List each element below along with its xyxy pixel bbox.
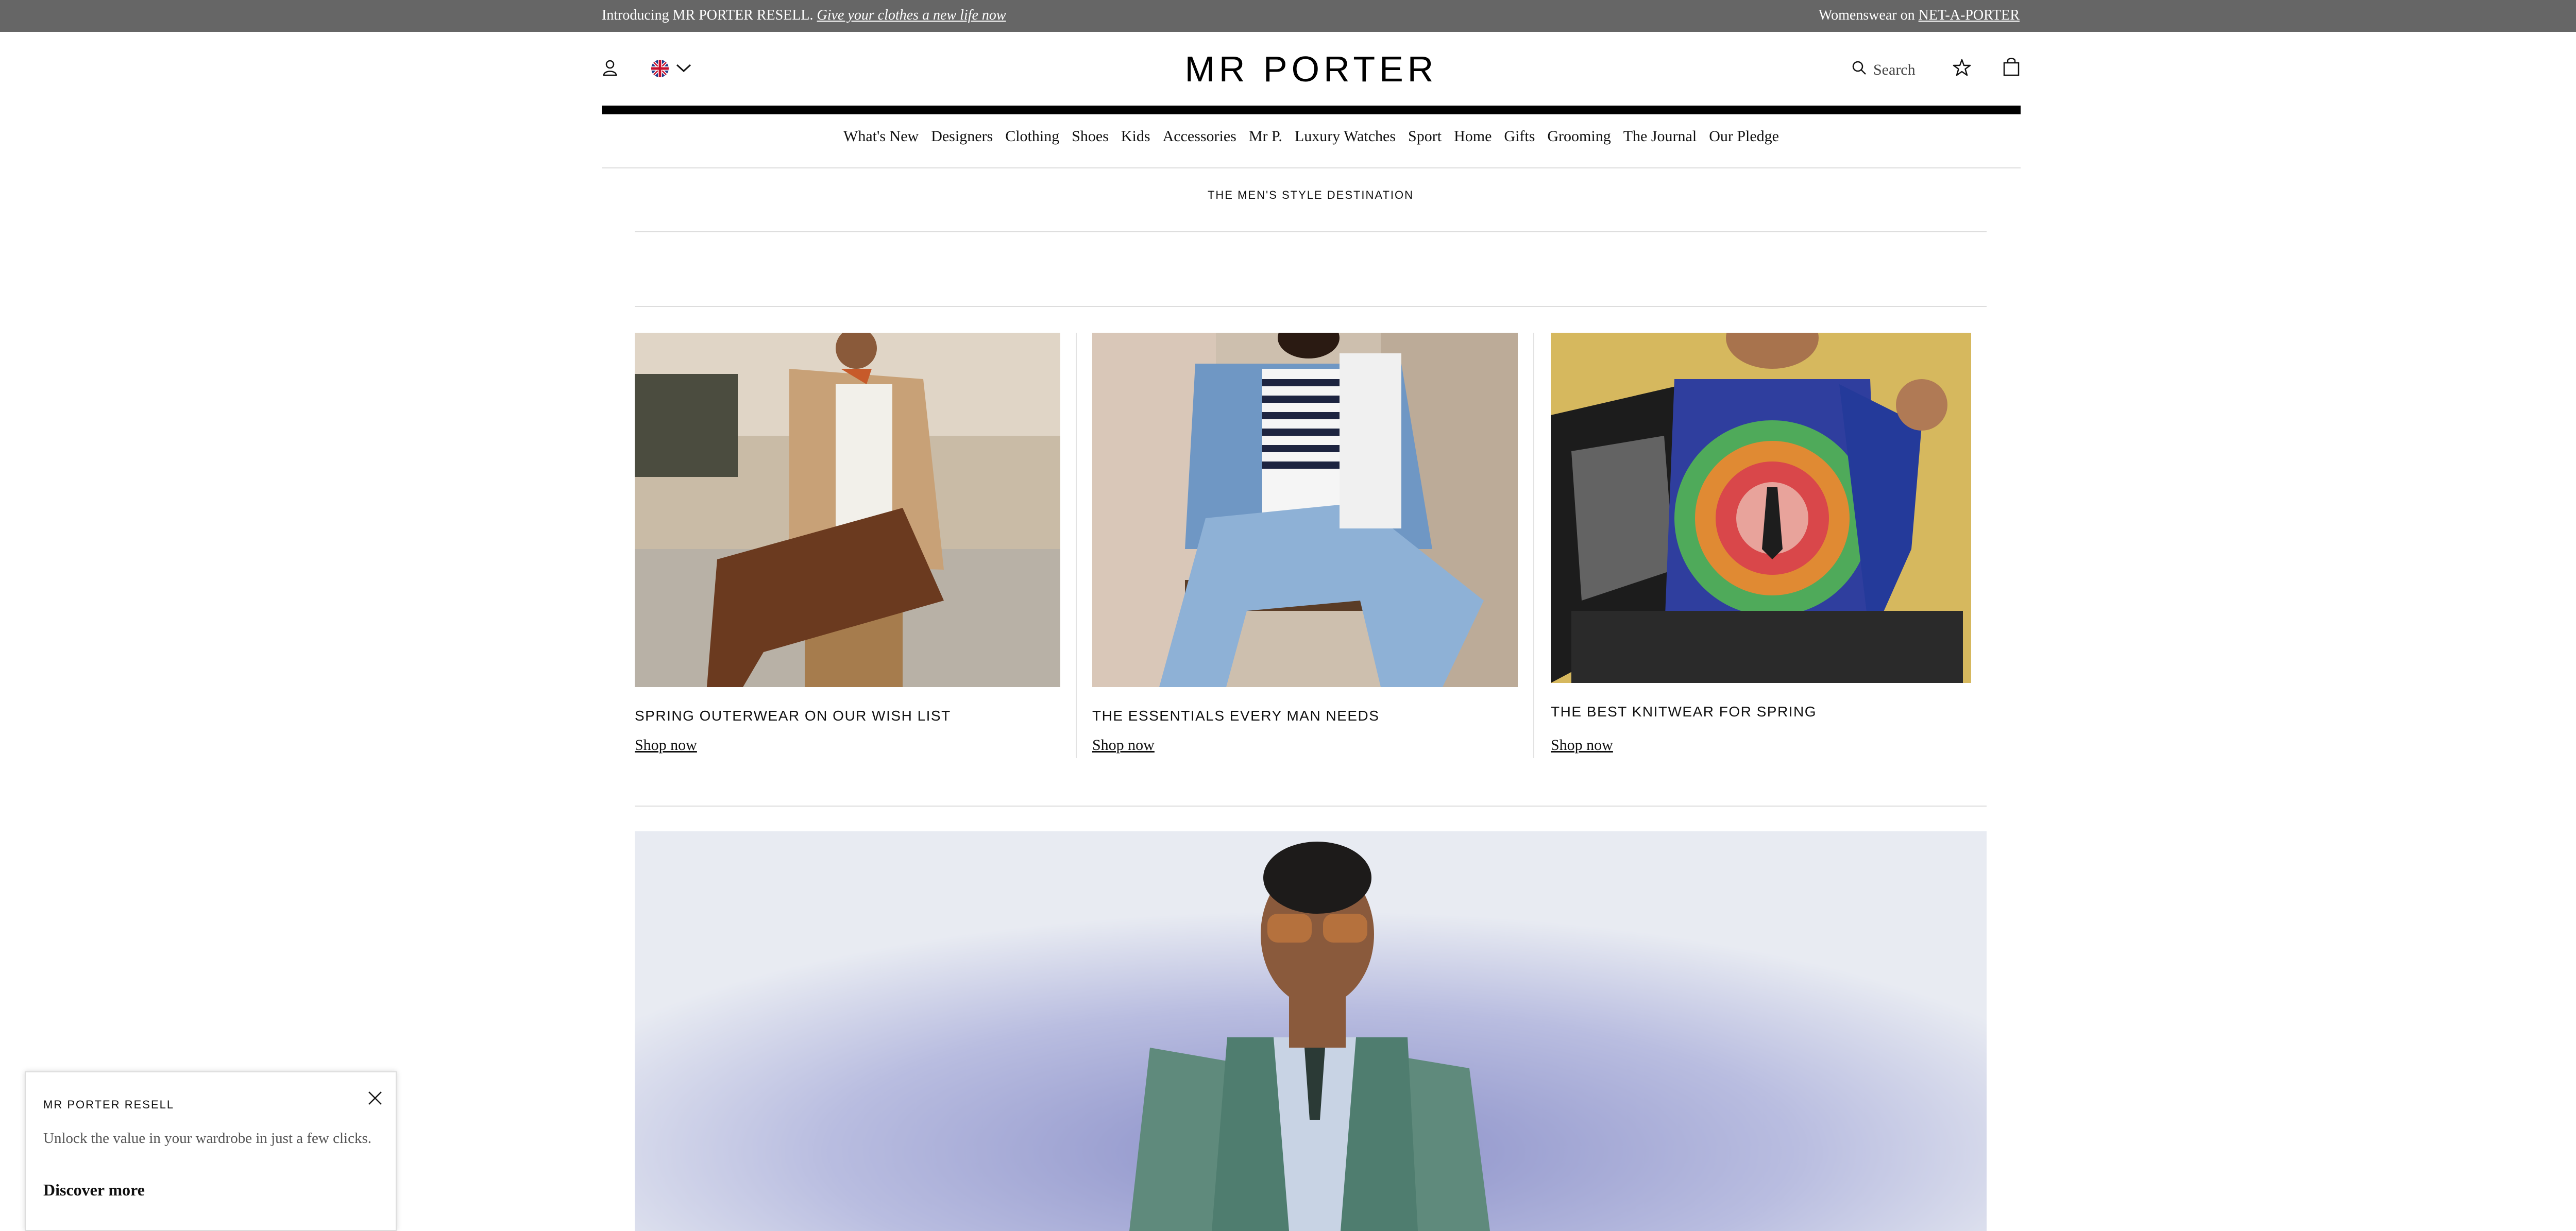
- promo-bar: Introducing MR PORTER RESELL. Give your …: [0, 0, 2576, 32]
- nav-item-our-pledge[interactable]: Our Pledge: [1709, 128, 1779, 152]
- header-divider: [602, 106, 2021, 114]
- star-icon[interactable]: [1953, 58, 1971, 78]
- tile-title: THE BEST KNITWEAR FOR SPRING: [1551, 704, 1817, 720]
- womenswear-link-group: Womenswear on NET-A-PORTER: [1819, 7, 2020, 24]
- nav-item-the-journal[interactable]: The Journal: [1623, 128, 1697, 152]
- tile-image[interactable]: [635, 333, 1060, 687]
- search-label: Search: [1873, 61, 1916, 78]
- tile-separator: [1533, 333, 1534, 758]
- popup-title: MR PORTER RESELL: [43, 1098, 175, 1111]
- shop-now-link[interactable]: Shop now: [1092, 737, 1155, 754]
- discover-more-link[interactable]: Discover more: [43, 1181, 145, 1200]
- hero-image[interactable]: [635, 831, 1987, 1231]
- nav-item-kids[interactable]: Kids: [1121, 128, 1150, 152]
- promo-tile-essentials[interactable]: THE ESSENTIALS EVERY MAN NEEDS Shop now: [1092, 333, 1518, 760]
- nav-item-whats-new[interactable]: What's New: [843, 128, 919, 152]
- womenswear-prefix: Womenswear on: [1818, 7, 1915, 23]
- uk-flag-icon: [651, 60, 669, 77]
- account-icon[interactable]: [602, 58, 618, 78]
- section-divider: [635, 306, 1987, 307]
- tile-title: SPRING OUTERWEAR ON OUR WISH LIST: [635, 708, 951, 724]
- nav-item-sport[interactable]: Sport: [1408, 128, 1442, 152]
- nav-item-mr-p[interactable]: Mr P.: [1249, 128, 1282, 152]
- search-icon: [1852, 60, 1867, 80]
- section-divider: [635, 231, 1987, 232]
- close-icon[interactable]: [365, 1088, 385, 1108]
- nav-item-home[interactable]: Home: [1454, 128, 1492, 152]
- bag-icon[interactable]: [2002, 57, 2021, 77]
- tagline: THE MEN'S STYLE DESTINATION: [1207, 189, 1414, 201]
- resell-popup: MR PORTER RESELL Unlock the value in you…: [25, 1071, 397, 1231]
- nav-item-shoes[interactable]: Shoes: [1072, 128, 1109, 152]
- nav-item-grooming[interactable]: Grooming: [1547, 128, 1611, 152]
- promo-tile-knitwear[interactable]: THE BEST KNITWEAR FOR SPRING Shop now: [1551, 333, 1971, 760]
- promo-tile-outerwear[interactable]: SPRING OUTERWEAR ON OUR WISH LIST Shop n…: [635, 333, 1060, 760]
- site-logo[interactable]: MR PORTER: [1180, 48, 1443, 90]
- nav-item-clothing[interactable]: Clothing: [1005, 128, 1059, 152]
- promo-intro: Introducing MR PORTER RESELL. Give your …: [602, 7, 1006, 24]
- main-nav: What's New Designers Clothing Shoes Kids…: [602, 128, 2021, 152]
- popup-body: Unlock the value in your wardrobe in jus…: [43, 1130, 372, 1147]
- shop-now-link[interactable]: Shop now: [635, 737, 697, 754]
- tile-title: THE ESSENTIALS EVERY MAN NEEDS: [1092, 708, 1380, 724]
- net-a-porter-link[interactable]: NET-A-PORTER: [1919, 7, 2020, 23]
- nav-divider: [602, 167, 2021, 168]
- country-selector[interactable]: [651, 58, 698, 78]
- section-divider: [635, 806, 1987, 807]
- promo-intro-text: Introducing MR PORTER RESELL.: [602, 7, 814, 23]
- search-button[interactable]: Search: [1852, 59, 1924, 81]
- tile-image[interactable]: [1092, 333, 1518, 687]
- nav-item-luxury-watches[interactable]: Luxury Watches: [1295, 128, 1396, 152]
- chevron-down-icon: [675, 62, 692, 77]
- nav-item-gifts[interactable]: Gifts: [1504, 128, 1535, 152]
- shop-now-link[interactable]: Shop now: [1551, 737, 1613, 754]
- tile-image[interactable]: [1551, 333, 1971, 683]
- promo-intro-link[interactable]: Give your clothes a new life now: [817, 7, 1006, 23]
- nav-item-designers[interactable]: Designers: [931, 128, 993, 152]
- tile-separator: [1076, 333, 1077, 758]
- nav-item-accessories[interactable]: Accessories: [1163, 128, 1236, 152]
